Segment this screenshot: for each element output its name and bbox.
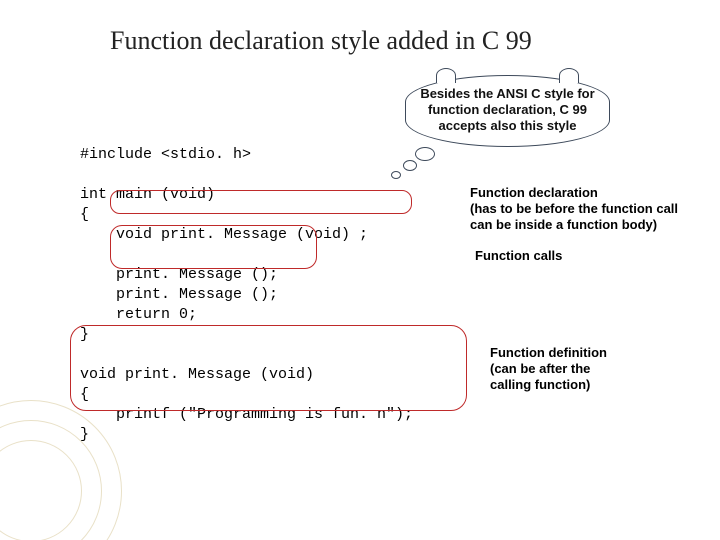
thought-bubble: Besides the ANSI C style for function de… [405, 75, 610, 147]
annotation-definition: Function definition(can be after thecall… [490, 345, 710, 393]
bubble-text: Besides the ANSI C style for function de… [405, 75, 610, 147]
highlight-calls [110, 225, 317, 269]
highlight-declaration [110, 190, 412, 214]
highlight-definition [70, 325, 467, 411]
annotation-calls: Function calls [475, 248, 675, 264]
annotation-declaration: Function declaration(has to be before th… [470, 185, 720, 233]
page-title: Function declaration style added in C 99 [110, 26, 532, 56]
slide: Function declaration style added in C 99… [0, 0, 720, 540]
